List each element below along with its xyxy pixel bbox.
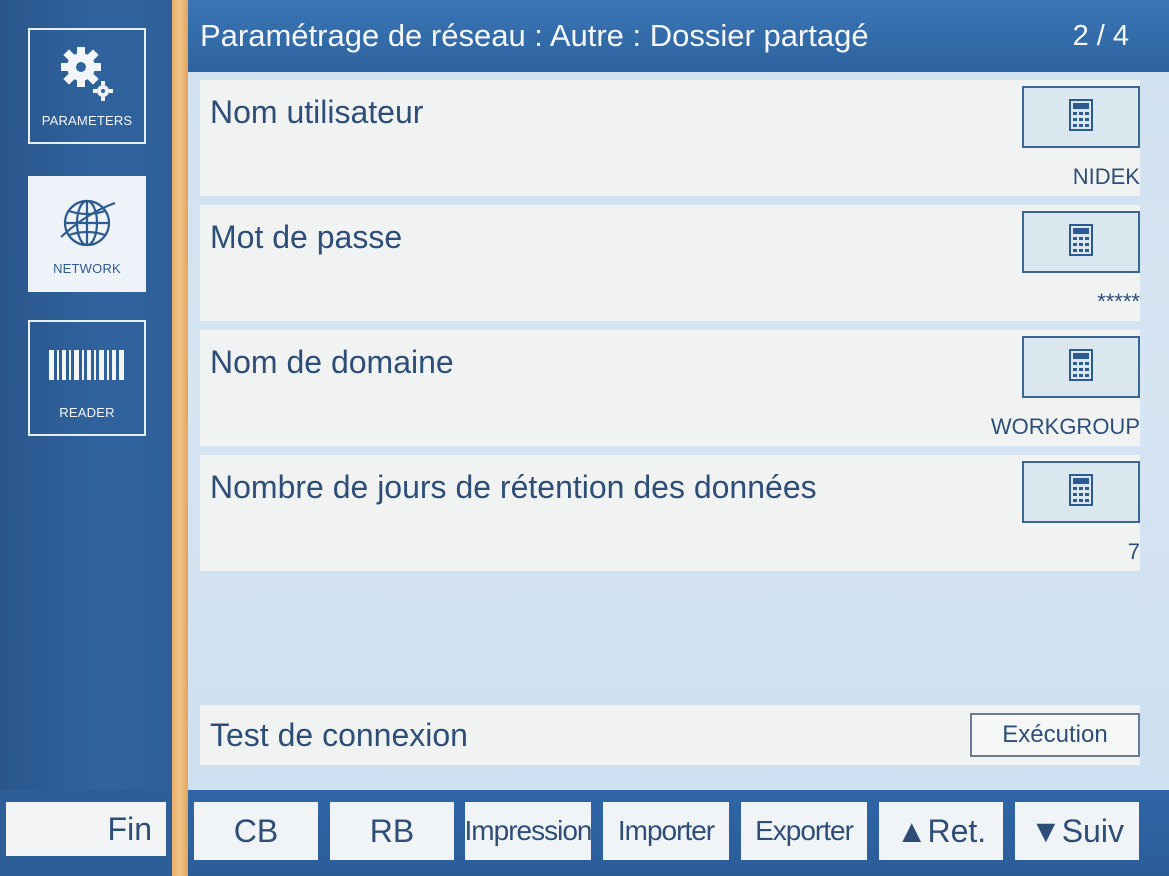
fin-button[interactable]: Fin bbox=[6, 802, 166, 856]
setting-value: 7 bbox=[1127, 539, 1140, 564]
globe-icon bbox=[47, 193, 127, 251]
sidebar-item-network[interactable]: NETWORK bbox=[28, 176, 146, 292]
connection-test-label: Test de connexion bbox=[210, 717, 468, 753]
edit-username-button[interactable] bbox=[1022, 86, 1140, 148]
gear-icon bbox=[47, 45, 127, 103]
export-button[interactable]: Exporter bbox=[741, 802, 867, 860]
print-button[interactable]: Impression bbox=[465, 802, 591, 860]
page-title: Paramétrage de réseau : Autre : Dossier … bbox=[200, 18, 869, 53]
edit-retention-days-button[interactable] bbox=[1022, 461, 1140, 523]
calculator-icon bbox=[1069, 473, 1093, 511]
setting-label: Nom de domaine bbox=[210, 344, 454, 380]
setting-value: ***** bbox=[1097, 289, 1140, 314]
calculator-icon bbox=[1069, 223, 1093, 261]
edit-password-button[interactable] bbox=[1022, 211, 1140, 273]
accent-divider bbox=[172, 0, 188, 876]
setting-label: Mot de passe bbox=[210, 219, 403, 255]
rb-button[interactable]: RB bbox=[330, 802, 454, 860]
setting-value: WORKGROUP bbox=[990, 414, 1140, 439]
previous-button[interactable]: ▲Ret. bbox=[879, 802, 1003, 860]
cb-button[interactable]: CB bbox=[194, 802, 318, 860]
setting-label: Nombre de jours de rétention des données bbox=[210, 469, 817, 505]
connection-test-row: Test de connexion Exécution bbox=[200, 705, 1140, 765]
barcode-icon bbox=[47, 337, 127, 395]
settings-panel: Paramétrage de réseau : Autre : Dossier … bbox=[188, 0, 1169, 790]
sidebar-item-parameters[interactable]: PARAMETERS bbox=[28, 28, 146, 144]
page-indicator: 2 / 4 bbox=[1072, 20, 1129, 52]
setting-row-password: Mot de passe ***** bbox=[200, 205, 1140, 321]
setting-label: Nom utilisateur bbox=[210, 94, 424, 130]
calculator-icon bbox=[1069, 348, 1093, 386]
edit-domain-button[interactable] bbox=[1022, 336, 1140, 398]
setting-value: NIDEK bbox=[1072, 164, 1140, 189]
header-bar: Paramétrage de réseau : Autre : Dossier … bbox=[188, 0, 1169, 72]
import-button[interactable]: Importer bbox=[603, 802, 729, 860]
execute-button[interactable]: Exécution bbox=[970, 713, 1140, 757]
sidebar-item-label: READER bbox=[59, 404, 115, 420]
setting-row-retention-days: Nombre de jours de rétention des données… bbox=[200, 455, 1140, 571]
calculator-icon bbox=[1069, 98, 1093, 136]
setting-row-domain: Nom de domaine WORKGROUP bbox=[200, 330, 1140, 446]
sidebar-item-label: PARAMETERS bbox=[41, 112, 133, 128]
sidebar-item-label: NETWORK bbox=[53, 260, 121, 276]
left-sidebar: PARAMETERS NETWORK READER bbox=[0, 0, 172, 876]
sidebar-item-reader[interactable]: READER bbox=[28, 320, 146, 436]
setting-row-username: Nom utilisateur NIDEK bbox=[200, 80, 1140, 196]
next-button[interactable]: ▼Suiv bbox=[1015, 802, 1139, 860]
